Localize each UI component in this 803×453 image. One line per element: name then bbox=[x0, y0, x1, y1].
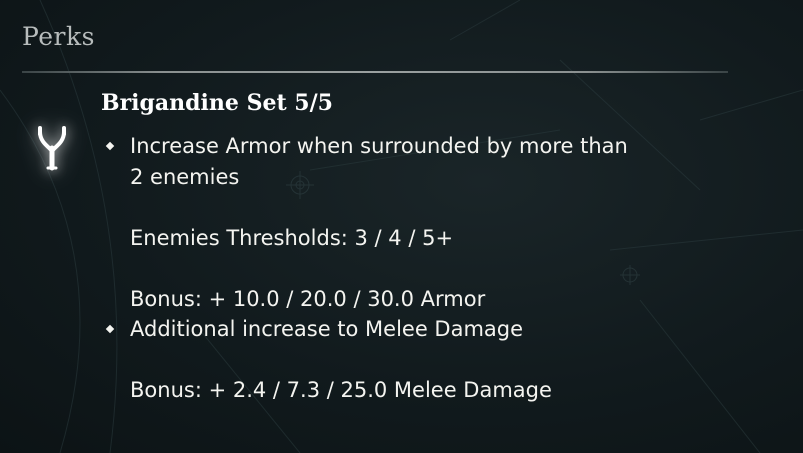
perk-bonus-text: Bonus: + 2.4 / 7.3 / 25.0 Melee Damage bbox=[130, 378, 552, 402]
section-title: Perks bbox=[22, 22, 95, 51]
perk-bonus-text: Bonus: + 10.0 / 20.0 / 30.0 Armor bbox=[130, 286, 486, 311]
perk-effect-line: Additional increase to Melee Damage bbox=[104, 314, 764, 345]
diamond-bullet-icon bbox=[105, 141, 115, 151]
perk-effect-spacer bbox=[104, 345, 764, 376]
perk-effect-line: Increase Armor when surrounded by more t… bbox=[104, 131, 764, 162]
perk-effect-spacer bbox=[104, 253, 764, 284]
perk-effect-line: Bonus: + 10.0 / 20.0 / 30.0 Armor bbox=[104, 284, 764, 315]
brigandine-rune-icon bbox=[38, 126, 66, 171]
perk-effect-text: 2 enemies bbox=[130, 164, 240, 189]
perk-effect-spacer bbox=[104, 192, 764, 223]
perk-effect-text: Additional increase to Melee Damage bbox=[130, 317, 524, 341]
perk-effect-line: Enemies Thresholds: 3 / 4 / 5+ bbox=[104, 223, 764, 254]
perk-name: Brigandine Set 5/5 bbox=[101, 90, 333, 116]
perk-effect-line: 2 enemies bbox=[104, 162, 764, 193]
diamond-bullet-icon bbox=[105, 324, 115, 334]
perk-threshold-text: Enemies Thresholds: 3 / 4 / 5+ bbox=[130, 225, 454, 250]
perk-effect-line: Bonus: + 2.4 / 7.3 / 25.0 Melee Damage bbox=[104, 375, 764, 406]
section-divider bbox=[22, 71, 728, 73]
perk-effect-text: Increase Armor when surrounded by more t… bbox=[130, 134, 628, 158]
perk-effects-list: Increase Armor when surrounded by more t… bbox=[104, 131, 764, 406]
